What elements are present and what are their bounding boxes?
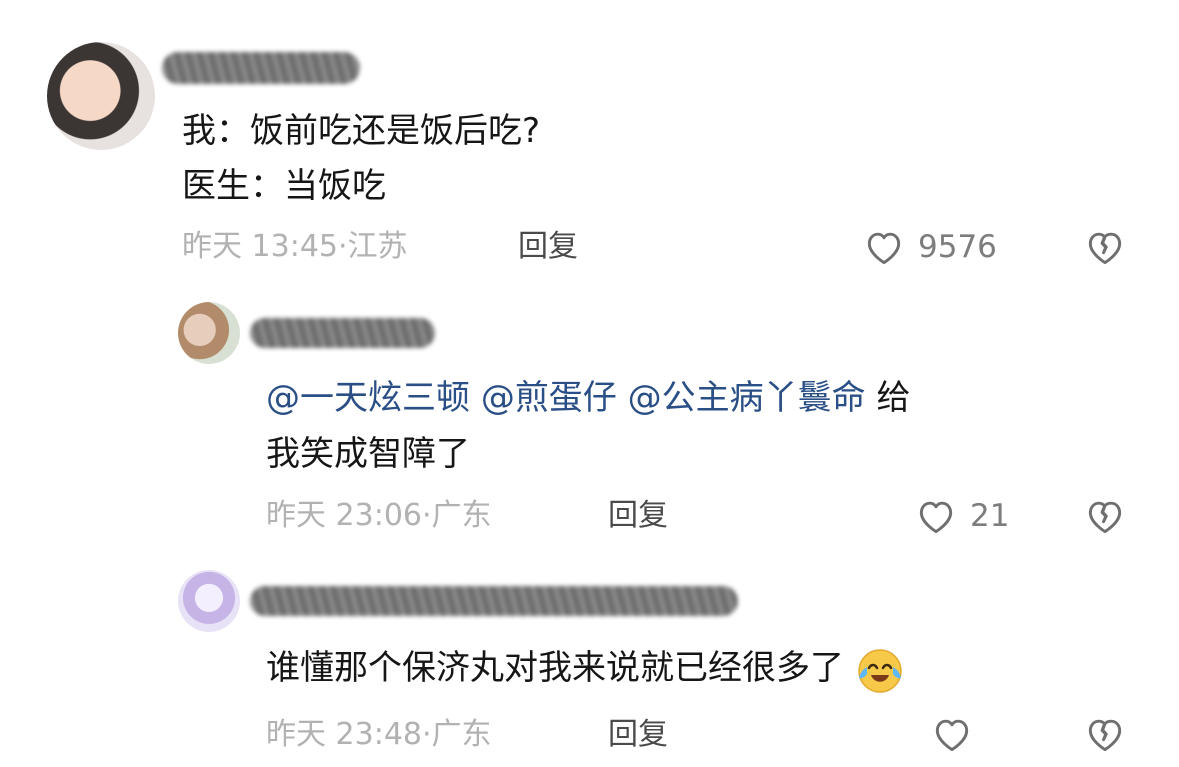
mention-link[interactable]: @煎蛋仔 bbox=[481, 378, 617, 418]
comment-meta: 昨天 13:45·江苏 bbox=[182, 227, 408, 267]
comment-text-line: 我笑成智障了 bbox=[266, 434, 470, 474]
comment-text-line: 我：饭前吃还是饭后吃? bbox=[182, 111, 541, 151]
comment-text-line: @一天炫三顿 @煎蛋仔 @公主病丫鬟命 给 bbox=[266, 370, 910, 426]
avatar[interactable] bbox=[178, 570, 240, 632]
avatar[interactable] bbox=[47, 42, 155, 150]
comment-meta: 昨天 23:48·广东 bbox=[266, 715, 492, 755]
broken-heart-icon[interactable] bbox=[1083, 494, 1127, 542]
like-count: 9576 bbox=[918, 229, 997, 265]
crying-laughing-emoji bbox=[855, 645, 905, 695]
mention-link[interactable]: @一天炫三顿 bbox=[266, 378, 470, 418]
avatar[interactable] bbox=[178, 302, 240, 364]
comment-text-line: 谁懂那个保济丸对我来说就已经很多了 bbox=[266, 640, 905, 696]
username-redacted[interactable] bbox=[162, 52, 360, 84]
comment-text-line: 医生：当饭吃 bbox=[182, 166, 386, 206]
comment-location: 广东 bbox=[431, 498, 492, 533]
mention-link[interactable]: @公主病丫鬟命 bbox=[628, 378, 866, 418]
comment-location: 广东 bbox=[431, 717, 492, 752]
comment-time: 昨天 13:45· bbox=[182, 229, 348, 264]
comment-time: 昨天 23:48· bbox=[266, 717, 432, 752]
reply-button[interactable]: 回复 bbox=[608, 496, 668, 536]
broken-heart-icon[interactable] bbox=[1083, 712, 1127, 760]
heart-outline-icon[interactable] bbox=[862, 225, 906, 273]
comment-text: 谁懂那个保济丸对我来说就已经很多了 bbox=[266, 648, 844, 688]
heart-outline-icon[interactable] bbox=[930, 712, 974, 760]
comment-meta: 昨天 23:06·广东 bbox=[266, 496, 492, 536]
comment-time: 昨天 23:06· bbox=[266, 498, 432, 533]
heart-outline-icon[interactable] bbox=[914, 494, 958, 542]
username-redacted[interactable] bbox=[250, 318, 435, 348]
broken-heart-icon[interactable] bbox=[1083, 225, 1127, 273]
comment-location: 江苏 bbox=[347, 229, 408, 264]
username-redacted[interactable] bbox=[250, 586, 738, 616]
comment-text: 给 bbox=[876, 378, 911, 418]
reply-button[interactable]: 回复 bbox=[518, 227, 578, 267]
like-count: 21 bbox=[970, 498, 1010, 534]
reply-button[interactable]: 回复 bbox=[608, 715, 668, 755]
